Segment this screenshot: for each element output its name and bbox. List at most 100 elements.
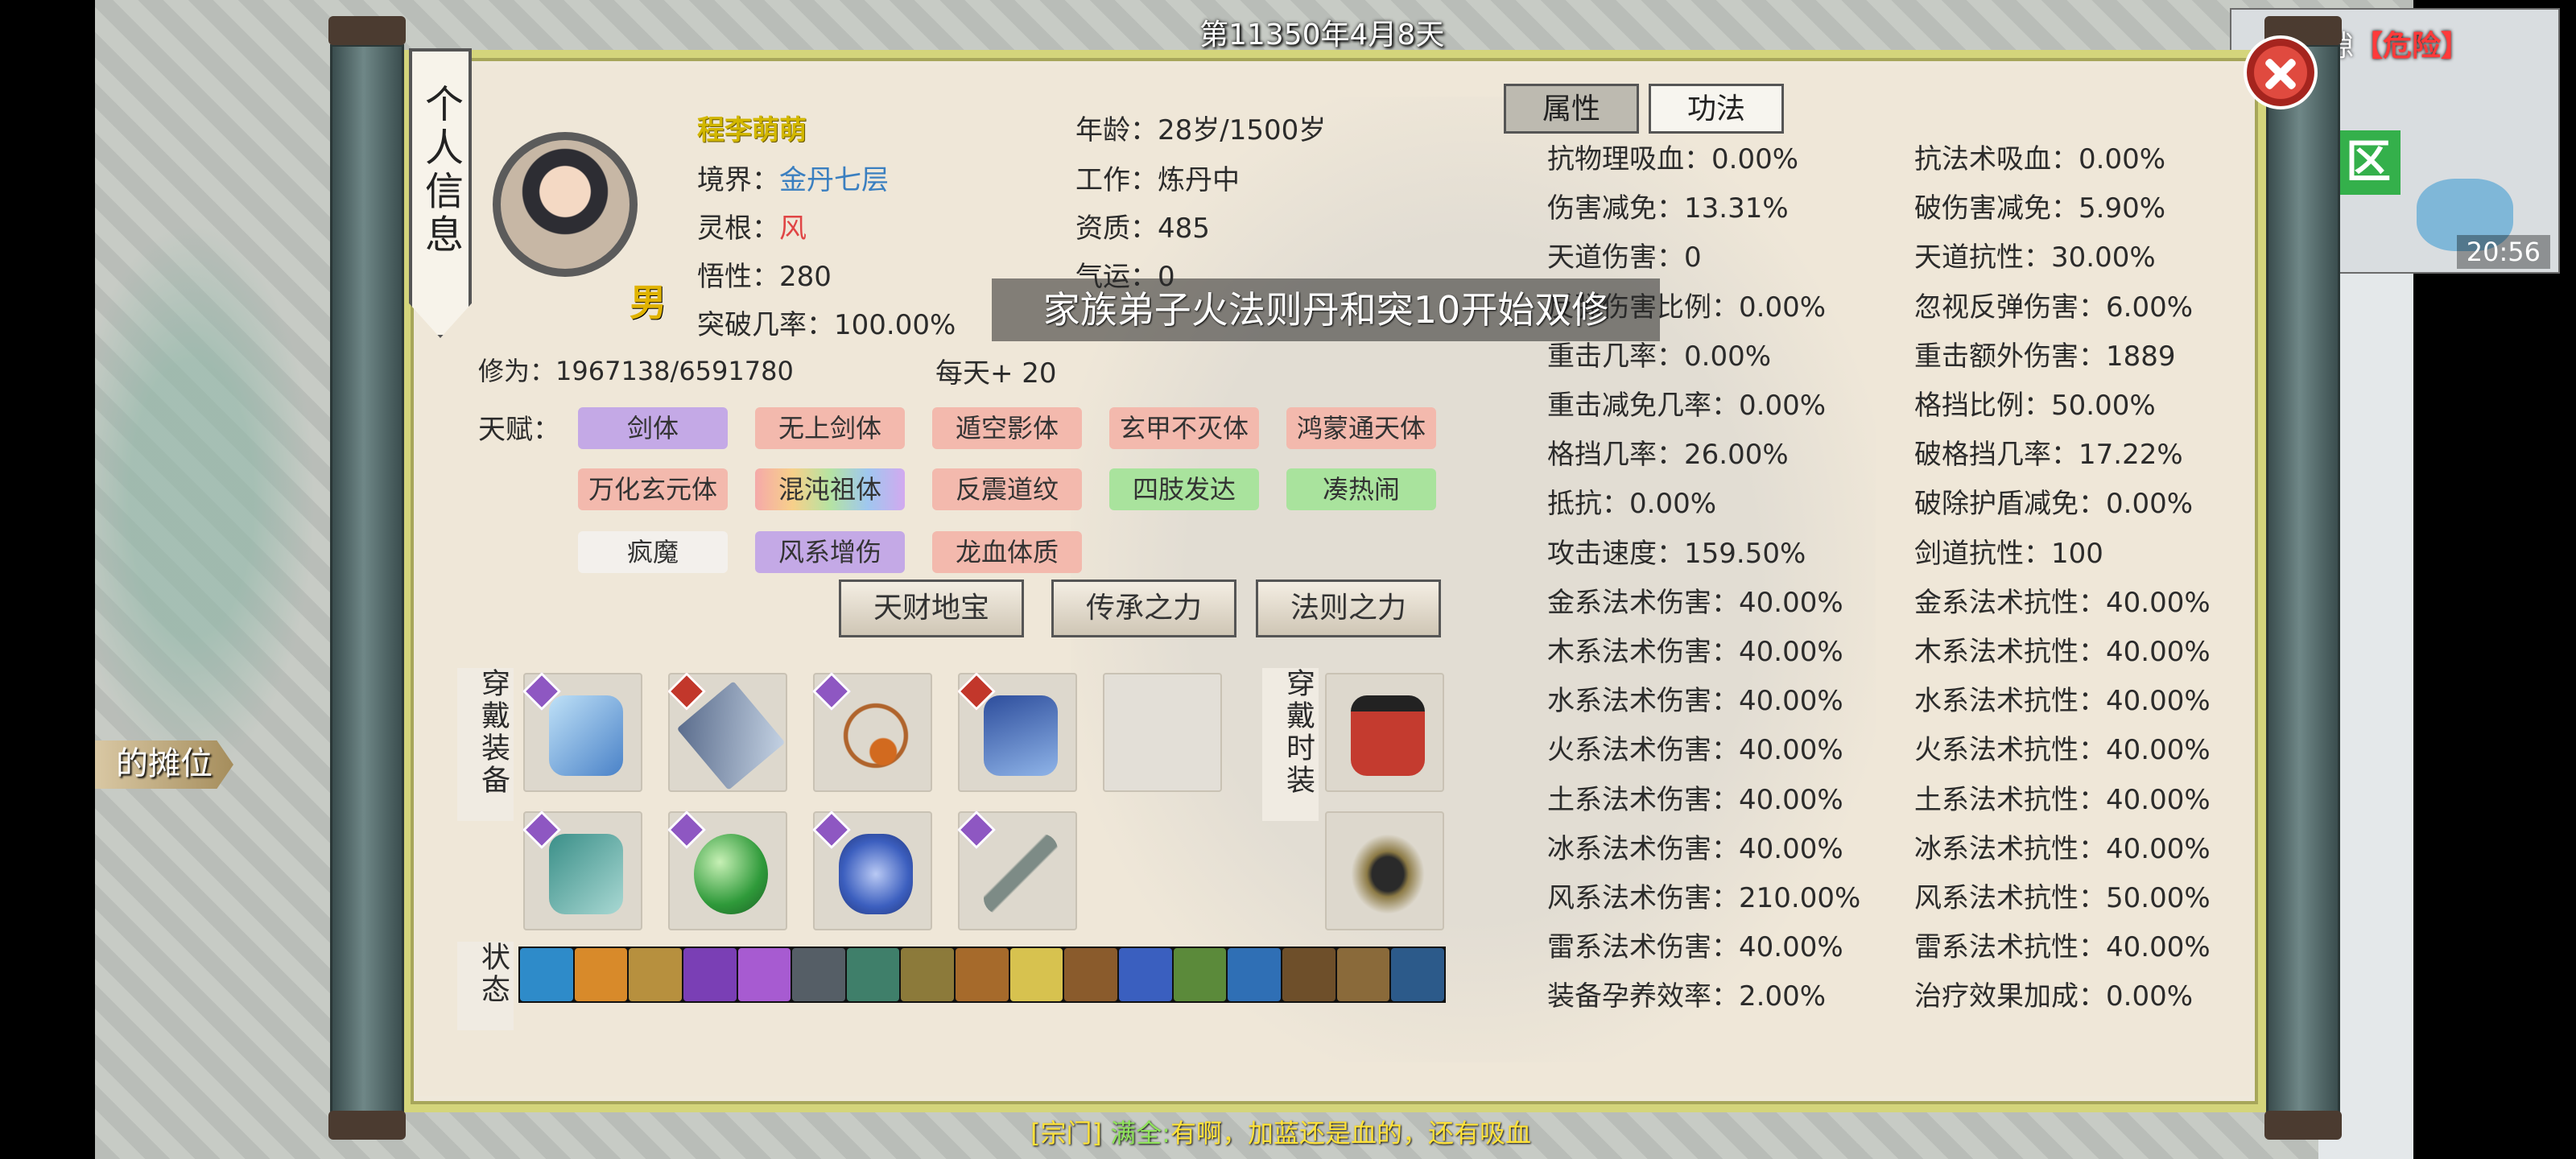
talent-tag[interactable]: 四肢发达 bbox=[1109, 468, 1259, 510]
stat-line: 风系法术抗性：50.00% bbox=[1914, 882, 2211, 914]
fashion-label: 穿戴时装 bbox=[1262, 668, 1319, 821]
panel-banner: 个人信息 bbox=[409, 48, 472, 338]
fashion-slot-wings[interactable] bbox=[1325, 811, 1444, 930]
avatar bbox=[493, 132, 638, 277]
stat-line: 水系法术抗性：40.00% bbox=[1914, 685, 2211, 718]
cultivation: 修为：1967138/6591780 bbox=[478, 356, 794, 386]
status-effect-icon[interactable] bbox=[1009, 948, 1063, 1001]
stat-line: 木系法术伤害：40.00% bbox=[1547, 636, 1843, 668]
stat-line: 水系法术伤害：40.00% bbox=[1547, 685, 1843, 718]
equip-slot-dagger[interactable] bbox=[956, 810, 1077, 930]
close-icon[interactable] bbox=[2244, 35, 2318, 109]
talent-tag[interactable]: 剑体 bbox=[578, 407, 728, 449]
info-realm: 境界：金丹七层 bbox=[697, 164, 889, 196]
status-effect-icon[interactable] bbox=[1064, 948, 1118, 1001]
stat-line: 格挡比例：50.00% bbox=[1914, 390, 2156, 422]
status-effect-icon[interactable] bbox=[1228, 948, 1281, 1001]
talent-tag[interactable]: 遁空影体 bbox=[932, 407, 1082, 449]
stat-line: 攻击速度：159.50% bbox=[1547, 537, 1806, 570]
clock: 20:56 bbox=[2456, 235, 2550, 269]
status-effect-icon[interactable] bbox=[792, 948, 845, 1001]
equip-slot-orb[interactable] bbox=[667, 810, 787, 930]
rod-cap bbox=[328, 1111, 406, 1140]
stat-line: 金系法术抗性：40.00% bbox=[1914, 586, 2211, 619]
stat-line: 伤害减免：13.31% bbox=[1547, 192, 1789, 225]
stat-line: 土系法术伤害：40.00% bbox=[1547, 783, 1843, 816]
stat-line: 木系法术抗性：40.00% bbox=[1914, 636, 2211, 668]
stat-line: 冰系法术抗性：40.00% bbox=[1914, 832, 2211, 865]
status-label: 状态 bbox=[457, 942, 514, 1030]
talent-tag[interactable]: 龙血体质 bbox=[932, 531, 1082, 573]
status-effect-icon[interactable] bbox=[846, 948, 900, 1001]
status-effect-icon[interactable] bbox=[683, 948, 737, 1001]
stat-line: 火系法术抗性：40.00% bbox=[1914, 734, 2211, 767]
daily-gain: 每天+ 20 bbox=[935, 357, 1057, 390]
stat-line: 天道伤害：0 bbox=[1547, 241, 1702, 274]
equip-slot-robe[interactable] bbox=[522, 671, 642, 792]
info-aptitude: 资质：485 bbox=[1075, 212, 1210, 245]
info-comprehension: 悟性：280 bbox=[697, 261, 832, 293]
treasures-button[interactable]: 天财地宝 bbox=[839, 580, 1024, 637]
talent-tag[interactable]: 混沌祖体 bbox=[755, 468, 905, 510]
stat-line: 破格挡几率：17.22% bbox=[1914, 439, 2183, 472]
equip-label: 穿戴装备 bbox=[457, 668, 514, 821]
talent-tag[interactable]: 万化玄元体 bbox=[578, 468, 728, 510]
rod-cap bbox=[328, 16, 406, 45]
tab-skills[interactable]: 功法 bbox=[1649, 84, 1784, 134]
stat-line: 忽视反弹伤害：6.00% bbox=[1914, 291, 2194, 324]
status-effect-icon[interactable] bbox=[1119, 948, 1172, 1001]
status-effect-icon[interactable] bbox=[956, 948, 1009, 1001]
status-effect-icon[interactable] bbox=[629, 948, 682, 1001]
stat-line: 风系法术伤害：210.00% bbox=[1547, 882, 1861, 914]
equip-slot-necklace[interactable] bbox=[811, 671, 932, 792]
character-name: 程李萌萌 bbox=[697, 114, 807, 146]
equip-slot-belt[interactable] bbox=[522, 810, 642, 930]
status-effect-icon[interactable] bbox=[1282, 948, 1335, 1001]
stat-line: 冰系法术伤害：40.00% bbox=[1547, 832, 1843, 865]
stall-sign[interactable]: 的摊位 bbox=[95, 740, 233, 789]
stat-line: 重击减免几率：0.00% bbox=[1547, 390, 1827, 422]
status-effect-icon[interactable] bbox=[737, 948, 791, 1001]
equip-slot-boots[interactable] bbox=[956, 671, 1077, 792]
talent-tag[interactable]: 鸿蒙通天体 bbox=[1286, 407, 1436, 449]
fashion-slot-outfit[interactable] bbox=[1325, 673, 1444, 792]
talent-tag[interactable]: 无上剑体 bbox=[755, 407, 905, 449]
zone-marker: 区 bbox=[2336, 130, 2401, 195]
gender-label: 男 bbox=[630, 281, 667, 324]
stat-line: 金系法术伤害：40.00% bbox=[1547, 586, 1843, 619]
stat-line: 治疗效果加成：0.00% bbox=[1914, 980, 2194, 1013]
status-effect-icon[interactable] bbox=[520, 948, 573, 1001]
tab-attributes[interactable]: 属性 bbox=[1504, 84, 1639, 134]
equip-slot-talisman[interactable] bbox=[811, 810, 932, 930]
stat-line: 重击额外伤害：1889 bbox=[1914, 340, 2176, 373]
equip-slot-empty[interactable] bbox=[1103, 673, 1222, 792]
stat-line: 抵抗：0.00% bbox=[1547, 488, 1717, 521]
law-power-button[interactable]: 法则之力 bbox=[1256, 580, 1441, 637]
inheritance-button[interactable]: 传承之力 bbox=[1051, 580, 1236, 637]
status-effect-icon[interactable] bbox=[1336, 948, 1390, 1001]
chat-line[interactable]: [宗门] 满全:有啊，加蓝还是血的，还有吸血 bbox=[1030, 1113, 1531, 1150]
video-subtitle: 家族弟子火法则丹和突10开始双修 bbox=[992, 278, 1660, 341]
info-root: 灵根：风 bbox=[697, 212, 807, 245]
equip-slot-sword[interactable] bbox=[667, 671, 787, 792]
status-effect-icon[interactable] bbox=[901, 948, 955, 1001]
status-effect-icon[interactable] bbox=[1391, 948, 1444, 1001]
rod-cap bbox=[2264, 1111, 2342, 1140]
talent-tag[interactable]: 凑热闹 bbox=[1286, 468, 1436, 510]
talent-tag[interactable]: 反震道纹 bbox=[932, 468, 1082, 510]
stat-line: 天道抗性：30.00% bbox=[1914, 241, 2156, 274]
stat-line: 火系法术伤害：40.00% bbox=[1547, 734, 1843, 767]
status-effect-icon[interactable] bbox=[1173, 948, 1227, 1001]
stat-line: 剑道抗性：100 bbox=[1914, 537, 2103, 570]
stat-line: 雷系法术抗性：40.00% bbox=[1914, 931, 2211, 964]
info-age: 年龄：28岁/1500岁 bbox=[1075, 114, 1327, 146]
stat-line: 抗法术吸血：0.00% bbox=[1914, 143, 2166, 175]
npc-figure bbox=[95, 177, 336, 821]
talent-label: 天赋： bbox=[478, 414, 560, 446]
stat-line: 装备孕养效率：2.00% bbox=[1547, 980, 1827, 1013]
scroll-rod-right bbox=[2266, 44, 2340, 1131]
talent-tag[interactable]: 玄甲不灭体 bbox=[1109, 407, 1259, 449]
talent-tag[interactable]: 疯魔 bbox=[578, 531, 728, 573]
status-effect-icon[interactable] bbox=[574, 948, 628, 1001]
talent-tag[interactable]: 风系增伤 bbox=[755, 531, 905, 573]
